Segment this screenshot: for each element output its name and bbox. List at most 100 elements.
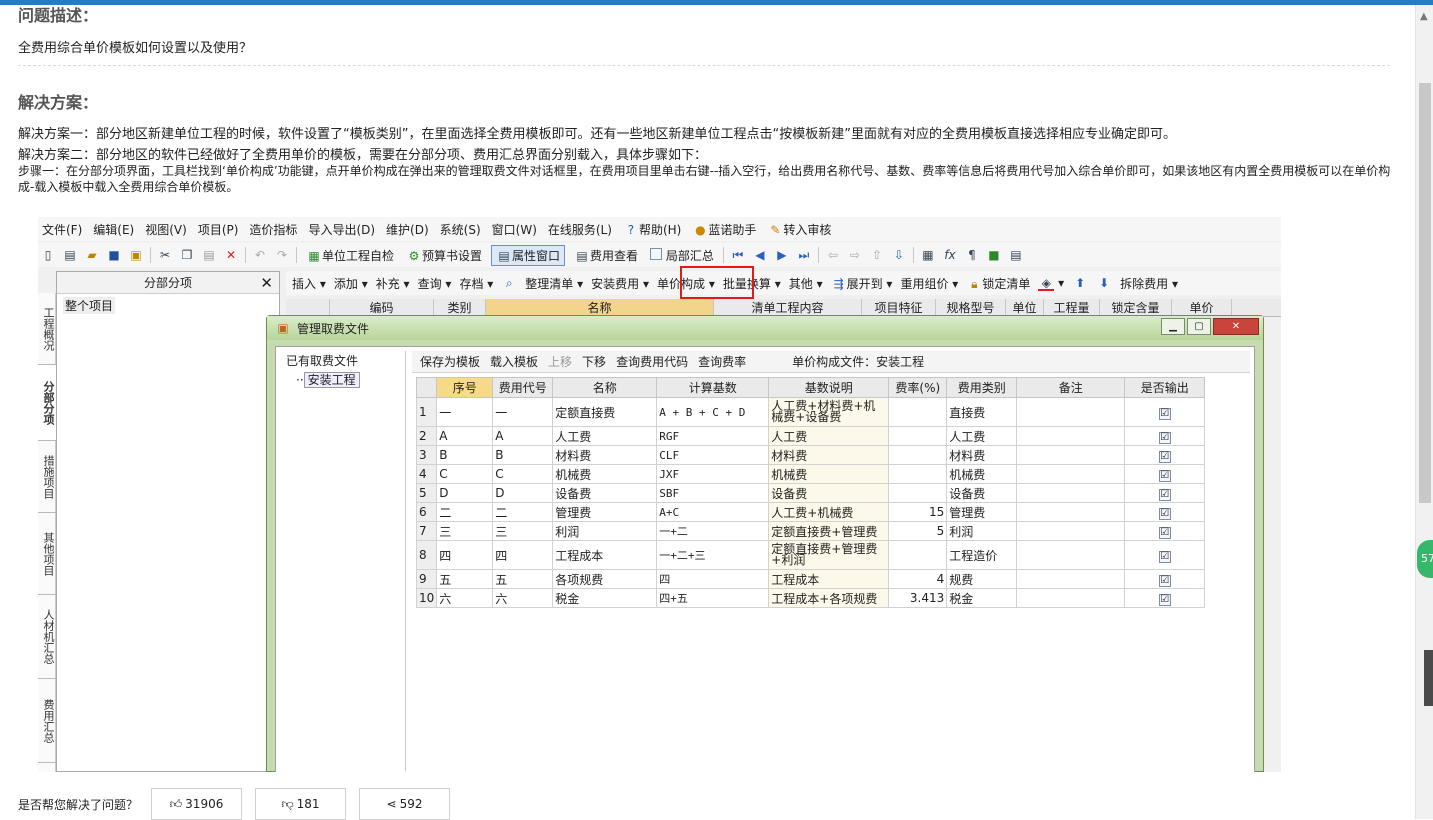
move-up-icon[interactable]: ⇧	[869, 247, 885, 263]
load-template-button[interactable]: 载入模板	[490, 353, 538, 370]
fee-base[interactable]: JXF	[656, 464, 770, 484]
fee-base[interactable]: CLF	[656, 445, 770, 465]
fee-category[interactable]: 机械费	[946, 464, 1018, 484]
last-record-icon[interactable]: ⏭	[796, 247, 812, 263]
supplement-menu[interactable]: 补充 ▾	[376, 275, 410, 292]
fee-name[interactable]: 工程成本	[552, 540, 658, 570]
fee-note[interactable]	[1016, 569, 1126, 589]
menu-assistant[interactable]: ● 蓝诺助手	[692, 221, 756, 238]
scroll-up-icon[interactable]: ▲	[1420, 11, 1428, 22]
fee-category[interactable]: 人工费	[946, 426, 1018, 446]
fee-output[interactable]: ☑	[1124, 426, 1206, 446]
move-right-icon[interactable]: ⇨	[847, 247, 863, 263]
fee-note[interactable]	[1016, 483, 1126, 503]
open-folder-icon[interactable]: ▰	[84, 247, 100, 263]
output-checkbox[interactable]: ☑	[1158, 431, 1171, 444]
fee-col-base[interactable]: 计算基数	[656, 377, 770, 398]
fee-output[interactable]: ☑	[1124, 521, 1206, 541]
grid-col-spec[interactable]: 规格型号	[936, 299, 1006, 316]
fee-name[interactable]: 机械费	[552, 464, 658, 484]
fee-name[interactable]: 人工费	[552, 426, 658, 446]
next-record-icon[interactable]: ▶	[774, 247, 790, 263]
fee-base-desc[interactable]: 人工费	[768, 426, 890, 446]
fee-row[interactable]: 1 一一定额直接费 A + B + C + D 人工费+材料费+机械费+设备费 直接费 ☑	[415, 397, 1206, 427]
cut-icon[interactable]: ✂	[157, 247, 173, 263]
menu-maintain[interactable]: 维护(D)	[386, 221, 429, 238]
query-menu[interactable]: 查询 ▾	[418, 275, 452, 292]
output-checkbox[interactable]: ☑	[1158, 488, 1171, 501]
grid-col-list-content[interactable]: 清单工程内容	[714, 299, 862, 316]
partial-summary-toggle[interactable]: 局部汇总	[647, 247, 717, 264]
move-left-icon[interactable]: ⇦	[825, 247, 841, 263]
fee-note[interactable]	[1016, 464, 1126, 484]
menu-transfer-review[interactable]: ✎ 转入审核	[767, 221, 831, 238]
fee-category[interactable]: 规费	[946, 569, 1018, 589]
fee-base-desc[interactable]: 人工费+材料费+机械费+设备费	[768, 397, 890, 427]
floating-badge[interactable]: 57	[1417, 540, 1433, 578]
fee-base[interactable]: RGF	[656, 426, 770, 446]
fee-code[interactable]: B	[492, 445, 554, 465]
menu-import-export[interactable]: 导入导出(D)	[308, 221, 375, 238]
arrow-down-icon[interactable]: ⬇	[1096, 275, 1112, 291]
new-file-icon[interactable]: ▯	[40, 247, 56, 263]
budget-settings-button[interactable]: ⚙ 预算书设置	[403, 247, 485, 264]
fee-note[interactable]	[1016, 540, 1126, 570]
fee-seq[interactable]: 五	[436, 569, 494, 589]
fee-name[interactable]: 定额直接费	[552, 397, 658, 427]
fee-seq[interactable]: 二	[436, 502, 494, 522]
maximize-icon[interactable]: ▢	[1187, 318, 1211, 335]
fee-output[interactable]: ☑	[1124, 540, 1206, 570]
first-record-icon[interactable]: ⏮	[730, 247, 746, 263]
insert-menu[interactable]: 插入 ▾	[292, 275, 326, 292]
grid-col-unit[interactable]: 单位	[1006, 299, 1044, 316]
fee-row[interactable]: 9 五五各项规费四工程成本 4 规费 ☑	[415, 569, 1206, 589]
query-rate-button[interactable]: 查询费率	[698, 353, 746, 370]
fee-rate[interactable]: 5	[888, 521, 948, 541]
formula-icon[interactable]: fx	[942, 247, 958, 263]
fee-seq[interactable]: 六	[436, 588, 494, 608]
scrollbar-thumb[interactable]	[1419, 83, 1431, 503]
grid-col-feature[interactable]: 项目特征	[862, 299, 936, 316]
fee-rate[interactable]: 3.413	[888, 588, 948, 608]
reuse-pricing-menu[interactable]: 重用组价 ▾	[900, 275, 958, 292]
fee-rate[interactable]: 15	[888, 502, 948, 522]
fee-code[interactable]: 二	[492, 502, 554, 522]
delete-icon[interactable]: ✕	[223, 247, 239, 263]
fee-seq[interactable]: 四	[436, 540, 494, 570]
fee-name[interactable]: 设备费	[552, 483, 658, 503]
output-checkbox[interactable]: ☑	[1158, 526, 1171, 539]
cube-icon[interactable]: ■	[986, 247, 1002, 263]
close-icon[interactable]: ✕	[1213, 318, 1259, 335]
menu-view[interactable]: 视图(V)	[145, 221, 187, 238]
fee-base-desc[interactable]: 人工费+机械费	[768, 502, 890, 522]
fee-col-category[interactable]: 费用类别	[946, 377, 1018, 398]
fee-col-note[interactable]: 备注	[1016, 377, 1126, 398]
query-fee-code-button[interactable]: 查询费用代码	[616, 353, 688, 370]
binoculars-icon[interactable]: ⌕	[501, 275, 517, 291]
side-widget[interactable]	[1424, 650, 1433, 706]
dislike-button[interactable]: 👎︎ 181	[255, 788, 346, 820]
fee-base[interactable]: 一+二	[656, 521, 770, 541]
tree-root-node[interactable]: 整个项目	[63, 297, 116, 314]
fee-col-rate[interactable]: 费率(%)	[888, 377, 948, 398]
menu-window[interactable]: 窗口(W)	[492, 221, 537, 238]
fee-row[interactable]: 3 B B 材料费 CLF 材料费 材料费 ☑	[415, 445, 1206, 465]
arrow-up-icon[interactable]: ⬆	[1072, 275, 1088, 291]
output-checkbox[interactable]: ☑	[1158, 507, 1171, 520]
fee-seq[interactable]: 三	[436, 521, 494, 541]
lock-list-button[interactable]: 🔒︎ 锁定清单	[966, 275, 1030, 292]
fee-name[interactable]: 材料费	[552, 445, 658, 465]
move-down-button[interactable]: 下移	[582, 353, 606, 370]
output-checkbox[interactable]: ☑	[1158, 550, 1171, 563]
fee-category[interactable]: 材料费	[946, 445, 1018, 465]
copy-icon[interactable]: ❐	[179, 247, 195, 263]
fee-seq[interactable]: C	[436, 464, 494, 484]
archive-menu[interactable]: 存档 ▾	[459, 275, 493, 292]
fee-col-base-desc[interactable]: 基数说明	[768, 377, 890, 398]
fee-col-output[interactable]: 是否输出	[1124, 377, 1206, 398]
paragraph-icon[interactable]: ¶	[964, 247, 980, 263]
menu-help[interactable]: ? 帮助(H)	[623, 221, 682, 238]
fee-note[interactable]	[1016, 588, 1126, 608]
install-fee-menu[interactable]: 安装费用 ▾	[591, 275, 649, 292]
fee-rate[interactable]	[888, 483, 948, 503]
